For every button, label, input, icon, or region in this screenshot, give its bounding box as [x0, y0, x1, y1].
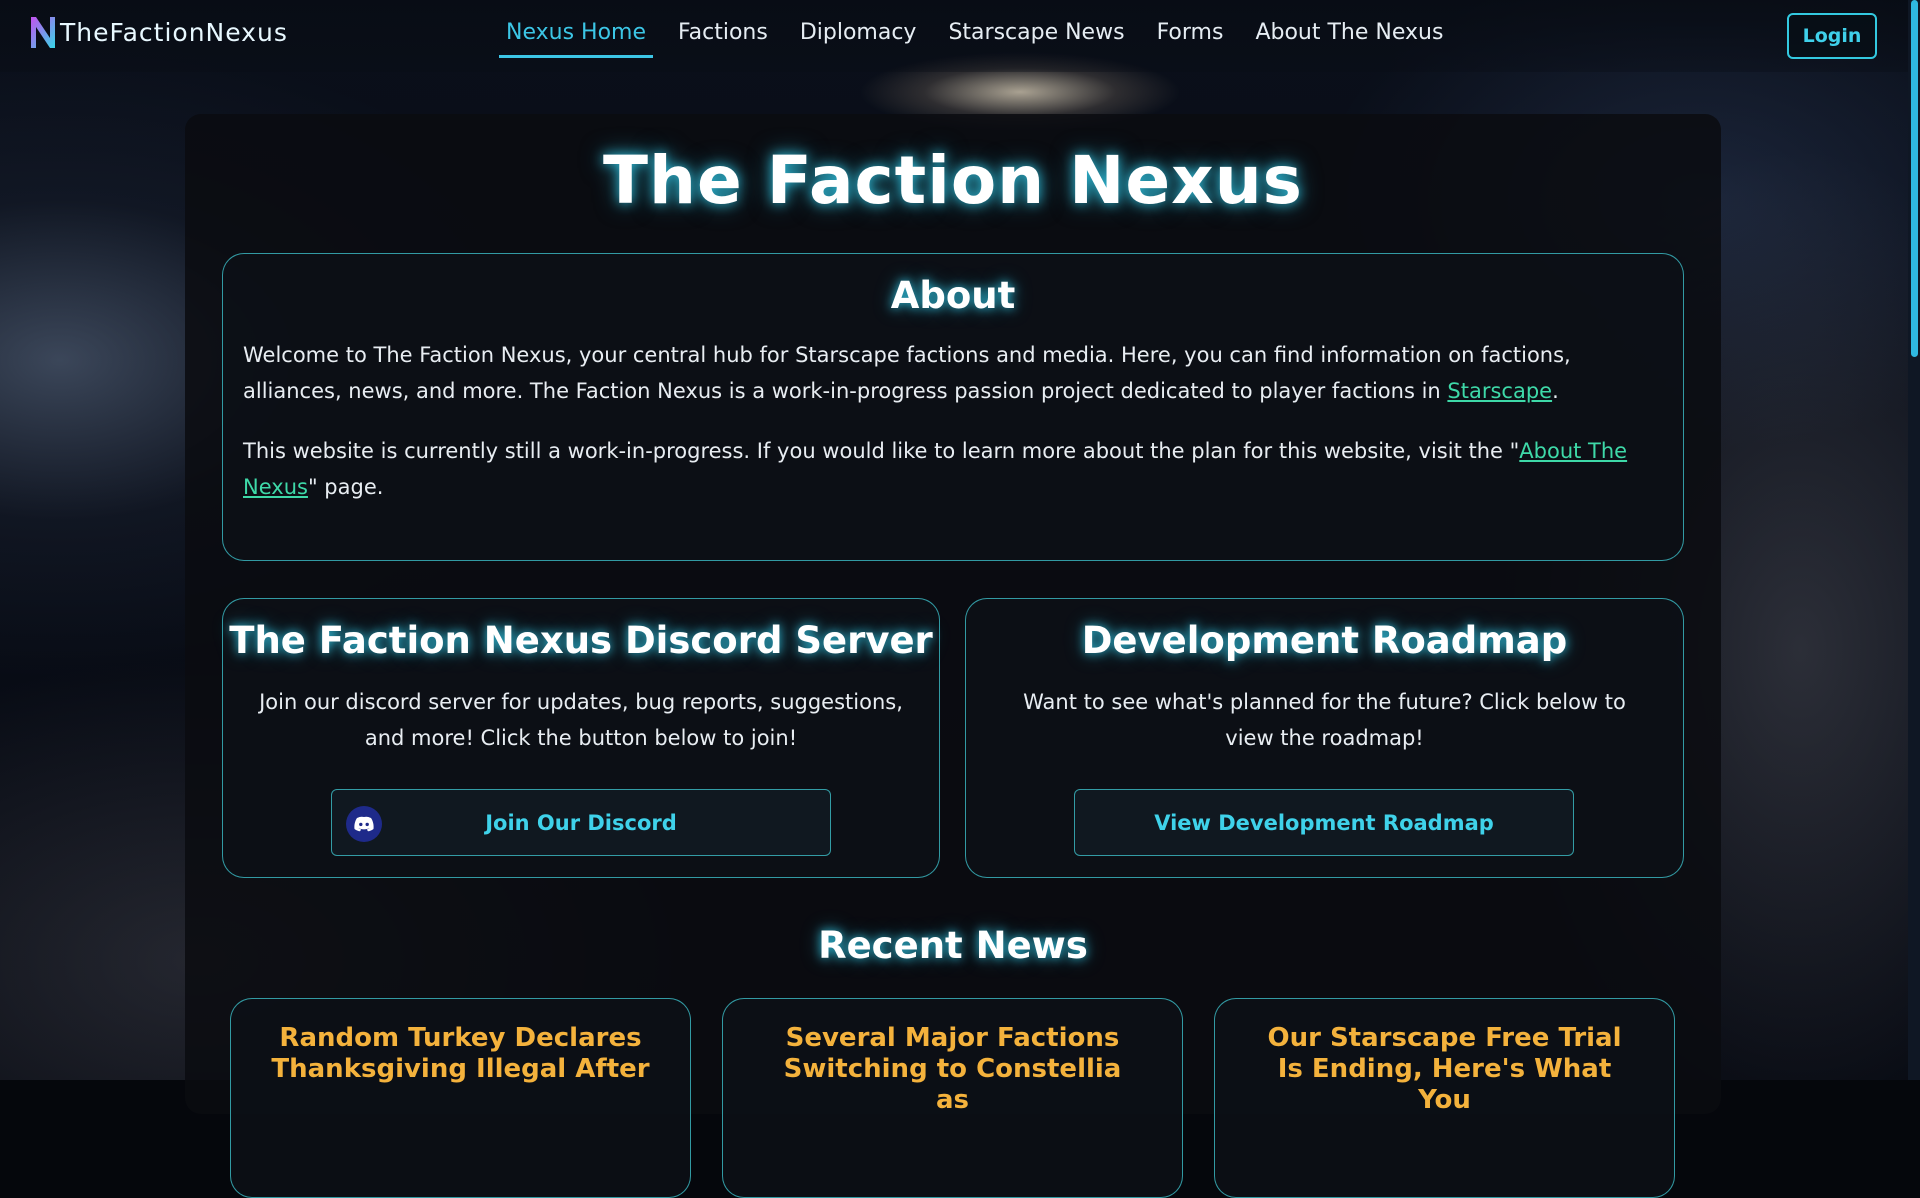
roadmap-card: Development Roadmap Want to see what's p…: [965, 598, 1684, 878]
nexus-logo-icon: [31, 17, 55, 48]
news-card[interactable]: Our Starscape Free Trial Is Ending, Here…: [1214, 998, 1675, 1198]
nav-link-diplomacy[interactable]: Diplomacy: [793, 16, 924, 58]
about-paragraph-2: This website is currently still a work-i…: [243, 433, 1663, 505]
brand-name: TheFactionNexus: [60, 17, 288, 47]
news-title[interactable]: Random Turkey Declares Thanksgiving Ille…: [271, 1023, 650, 1085]
top-navbar: TheFactionNexus Nexus Home Factions Dipl…: [0, 0, 1908, 72]
about-p2-text: This website is currently still a work-i…: [243, 439, 1520, 463]
join-discord-button[interactable]: Join Our Discord: [331, 789, 831, 856]
about-heading: About: [890, 274, 1016, 317]
about-paragraph-1: Welcome to The Faction Nexus, your centr…: [243, 337, 1663, 409]
main-content-panel: The Faction Nexus About Welcome to The F…: [185, 114, 1721, 1198]
news-card[interactable]: Several Major Factions Switching to Cons…: [722, 998, 1183, 1198]
nav-link-starscape-news[interactable]: Starscape News: [941, 16, 1131, 58]
discord-card: The Faction Nexus Discord Server Join ou…: [222, 598, 940, 878]
page-title: The Faction Nexus: [603, 142, 1303, 219]
page-scrollbar[interactable]: [1908, 0, 1920, 1080]
about-card: About Welcome to The Faction Nexus, your…: [222, 253, 1684, 561]
view-roadmap-button[interactable]: View Development Roadmap: [1074, 789, 1574, 856]
nav-link-nexus-home[interactable]: Nexus Home: [499, 16, 653, 58]
discord-icon: [346, 806, 382, 842]
about-p1-end: .: [1552, 379, 1559, 403]
discord-heading: The Faction Nexus Discord Server: [229, 619, 933, 662]
starscape-link[interactable]: Starscape: [1447, 379, 1552, 403]
login-button[interactable]: Login: [1787, 13, 1877, 59]
about-p2-end: " page.: [307, 475, 384, 499]
nav-link-factions[interactable]: Factions: [671, 16, 775, 58]
news-title[interactable]: Several Major Factions Switching to Cons…: [763, 1023, 1142, 1116]
about-p1-text: Welcome to The Faction Nexus, your centr…: [243, 343, 1571, 403]
view-roadmap-label: View Development Roadmap: [1154, 810, 1494, 835]
news-title[interactable]: Our Starscape Free Trial Is Ending, Here…: [1255, 1023, 1634, 1116]
nav-link-about-the-nexus[interactable]: About The Nexus: [1248, 16, 1450, 58]
recent-news-heading: Recent News: [818, 924, 1088, 967]
nav-link-forms[interactable]: Forms: [1150, 16, 1231, 58]
brand-logo[interactable]: TheFactionNexus: [28, 14, 288, 50]
scrollbar-thumb[interactable]: [1911, 0, 1918, 357]
roadmap-heading: Development Roadmap: [1081, 619, 1568, 662]
discord-description: Join our discord server for updates, bug…: [259, 690, 903, 750]
news-card[interactable]: Random Turkey Declares Thanksgiving Ille…: [230, 998, 691, 1198]
main-nav: Nexus Home Factions Diplomacy Starscape …: [499, 16, 1468, 58]
join-discord-label: Join Our Discord: [485, 810, 677, 835]
roadmap-description: Want to see what's planned for the futur…: [1023, 690, 1626, 750]
